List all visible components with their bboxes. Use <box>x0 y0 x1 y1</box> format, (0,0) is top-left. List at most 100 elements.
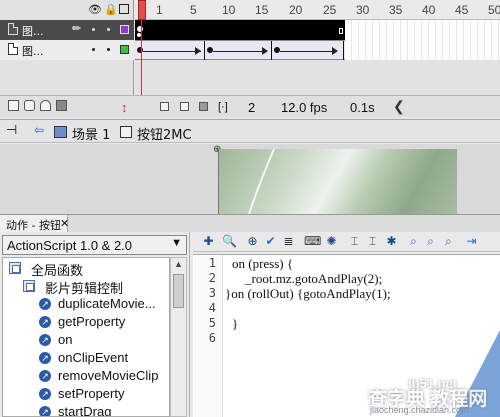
watermark-url: jiaocheng.chazidian.com <box>370 405 469 415</box>
timeline-panel: 👁 🔒 图... ✏ 图... 1 5 10 15 20 25 30 35 40 <box>0 0 500 120</box>
tree-label: on <box>58 332 73 347</box>
layer-color-swatch[interactable] <box>120 45 129 54</box>
layer1-frames[interactable] <box>135 20 345 40</box>
code-line[interactable]: on (press) { <box>232 256 293 272</box>
actions-tab[interactable]: 动作 - 按钮 <box>0 215 68 233</box>
code-line[interactable]: _root.mz.gotoAndPlay(2); <box>232 271 382 287</box>
frame-number: 30 <box>356 3 370 17</box>
collapse-between-braces-icon[interactable]: ⌶ <box>347 234 362 249</box>
symbol-icon <box>120 126 132 138</box>
line-number: 6 <box>208 331 216 345</box>
keyframe[interactable] <box>274 47 280 53</box>
back-arrow-icon[interactable]: ⇦ <box>34 123 44 137</box>
timeline-toggle-icon[interactable]: ⊣ <box>6 122 17 138</box>
action-icon: ↗ <box>39 370 51 382</box>
onion-markers-icon[interactable]: [·] <box>218 101 228 113</box>
action-icon: ↗ <box>39 316 51 328</box>
apply-block-comment-icon[interactable]: ⌕ <box>406 234 421 249</box>
actionscript-version-value: ActionScript 1.0 & 2.0 <box>7 238 133 253</box>
trash-icon[interactable] <box>56 100 67 111</box>
target-path-icon[interactable]: ⊕ <box>245 234 260 249</box>
line-number: 5 <box>208 316 216 330</box>
tween-arrow <box>213 51 267 52</box>
add-item-icon[interactable]: ✚ <box>201 234 216 249</box>
tree-scrollbar[interactable]: ▲ <box>170 257 187 417</box>
visibility-dot[interactable] <box>92 48 95 51</box>
lock-dot[interactable] <box>107 48 110 51</box>
new-layer-icon[interactable] <box>8 100 19 111</box>
lock-dot[interactable] <box>107 28 110 31</box>
tree-label: startDrag <box>58 404 112 417</box>
stage-image[interactable] <box>218 149 457 214</box>
keyframe-divider <box>271 41 272 61</box>
frame-number: 40 <box>422 3 436 17</box>
show-toolbox-icon[interactable]: ⇥ <box>464 234 479 249</box>
frame-area-empty[interactable] <box>135 60 500 95</box>
keyframe[interactable] <box>137 47 143 53</box>
collapse-selection-icon[interactable]: ⌶ <box>365 234 380 249</box>
edit-bar: ⊣ ⇦ 场景 1 按钮2MC <box>0 119 500 143</box>
find-icon[interactable]: 🔍 <box>222 234 237 249</box>
chevron-down-icon: ▼ <box>171 237 182 249</box>
visibility-dot[interactable] <box>92 28 95 31</box>
breadcrumb-scene[interactable]: 场景 1 <box>72 124 110 143</box>
layer-header: 👁 🔒 <box>0 0 133 20</box>
auto-format-icon[interactable]: ≣ <box>281 234 296 249</box>
line-number: 2 <box>208 271 216 285</box>
line-number-gutter: 1 2 3 4 5 6 <box>193 255 223 417</box>
frame-number: 35 <box>389 3 403 17</box>
tween-arrow <box>280 51 334 52</box>
onion-skin-icon[interactable] <box>160 102 169 111</box>
layer2-frames[interactable] <box>135 40 345 61</box>
action-icon: ↗ <box>39 334 51 346</box>
lock-icon[interactable]: 🔒 <box>104 3 118 16</box>
end-frame-marker <box>339 28 343 34</box>
frame-ruler[interactable]: 1 5 10 15 20 25 30 35 40 45 50 <box>135 0 500 20</box>
tree-label: setProperty <box>58 386 125 401</box>
code-line[interactable]: }on (rollOut) {gotoAndPlay(1); <box>225 286 391 302</box>
tree-label: onClipEvent <box>58 350 129 365</box>
current-frame: 2 <box>248 100 256 115</box>
scrollbar-thumb[interactable] <box>173 274 184 308</box>
layer-icon <box>8 43 18 55</box>
frame-number: 20 <box>289 3 303 17</box>
outline-icon[interactable] <box>119 4 129 14</box>
new-folder-icon[interactable] <box>24 100 35 111</box>
breadcrumb-symbol[interactable]: 按钮2MC <box>137 124 192 143</box>
folder-icon[interactable] <box>40 100 51 111</box>
frame-number: 50 <box>488 3 500 17</box>
tree-label: removeMovieClip <box>58 368 159 383</box>
frame-number: 1 <box>156 3 163 17</box>
actionscript-version-select[interactable]: ActionScript 1.0 & 2.0 ▼ <box>2 235 187 255</box>
book-icon <box>23 280 35 292</box>
close-icon[interactable]: ✕ <box>60 217 69 230</box>
code-hint-icon[interactable]: ⌨ <box>304 234 321 249</box>
frame-number: 5 <box>190 3 197 17</box>
playhead[interactable] <box>138 0 146 20</box>
keyframe[interactable] <box>207 47 213 53</box>
stage[interactable]: ⊕ <box>0 144 500 214</box>
check-syntax-icon[interactable]: ✔ <box>263 234 278 249</box>
tree-label: 全局函数 <box>31 263 84 278</box>
expand-all-icon[interactable]: ✱ <box>384 234 399 249</box>
layer-color-swatch[interactable] <box>120 25 129 34</box>
remove-comment-icon[interactable]: ⌕ <box>441 234 456 249</box>
line-number: 1 <box>208 256 216 270</box>
keyframe[interactable] <box>137 26 143 32</box>
apply-line-comment-icon[interactable]: ⌕ <box>423 234 438 249</box>
line-number: 3 <box>208 286 216 300</box>
scroll-up-icon[interactable]: ▲ <box>174 259 183 269</box>
tween-arrowhead <box>332 47 338 55</box>
layer-row-1[interactable]: 图... ✏ <box>0 20 134 40</box>
keyframe-divider <box>204 41 205 61</box>
scroll-left-icon[interactable]: ❮ <box>393 98 405 115</box>
debug-options-icon[interactable]: ✺ <box>324 234 339 249</box>
action-icon: ↗ <box>39 352 51 364</box>
layer-row-2[interactable]: 图... <box>0 40 134 60</box>
edit-multiple-frames-icon[interactable] <box>199 102 208 111</box>
eye-icon[interactable]: 👁 <box>88 3 102 16</box>
code-line[interactable]: } <box>232 316 238 332</box>
onion-outline-icon[interactable] <box>180 102 189 111</box>
center-frame-icon[interactable]: ↕ <box>121 100 128 115</box>
leaf-stem-icon <box>248 149 275 214</box>
